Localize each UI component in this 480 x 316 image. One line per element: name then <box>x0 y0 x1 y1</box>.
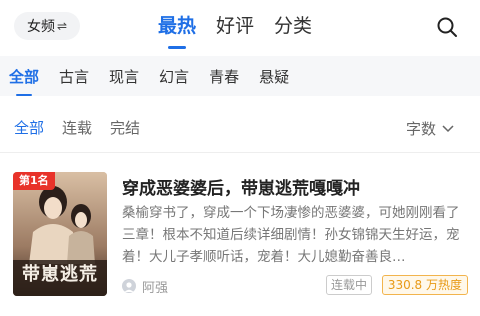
sort-dropdown[interactable]: 字数 <box>406 118 454 139</box>
tab-categories-label: 分类 <box>274 15 313 37</box>
category-tab-modern[interactable]: 现言 <box>109 66 139 87</box>
status-badge: 连载中 <box>325 275 372 295</box>
book-title[interactable]: 穿成恶婆婆后，带崽逃荒嘎嘎冲 <box>122 174 360 199</box>
filter-row: 全部 连载 完结 字数 <box>0 106 480 148</box>
author-avatar-icon <box>122 279 136 293</box>
book-list-item[interactable]: 带崽逃荒 第1名 穿成恶婆婆后，带崽逃荒嘎嘎冲 桑榆穿书了，穿成一个下场凄惨的恶… <box>0 166 480 300</box>
cover-title: 带崽逃荒 <box>22 264 98 285</box>
category-tabs: 全部 古言 现言 幻言 青春 悬疑 <box>0 56 480 96</box>
category-tab-label: 幻言 <box>159 67 190 86</box>
category-tab-label: 全部 <box>9 67 40 86</box>
active-tab-indicator <box>168 46 186 49</box>
filter-all[interactable]: 全部 <box>14 117 44 138</box>
sort-label: 字数 <box>405 120 436 138</box>
category-tab-fantasy[interactable]: 幻言 <box>159 66 189 87</box>
category-tab-label: 青春 <box>209 67 240 86</box>
top-bar: 女频 ⇌ 最热 好评 分类 <box>0 0 480 52</box>
search-icon[interactable] <box>436 16 458 38</box>
filter-completed[interactable]: 完结 <box>110 117 140 138</box>
tab-categories[interactable]: 分类 <box>274 10 312 44</box>
book-meta: 阿强 连载中 330.8 万热度 <box>122 275 468 297</box>
category-tab-label: 现言 <box>109 67 140 86</box>
category-tab-ancient[interactable]: 古言 <box>59 66 89 87</box>
gender-switch-label: 女频 <box>26 19 55 35</box>
book-description: 桑榆穿书了，穿成一个下场凄惨的恶婆婆，可她刚刚看了三章！根本不知道后续详细剧情！… <box>122 205 460 265</box>
main-tabs: 最热 好评 分类 <box>158 10 312 49</box>
active-category-indicator <box>16 93 32 96</box>
tab-hottest-label: 最热 <box>158 15 197 37</box>
heat-badge: 330.8 万热度 <box>381 275 468 295</box>
filter-ongoing[interactable]: 连载 <box>62 117 92 138</box>
divider <box>0 152 480 153</box>
category-tab-all[interactable]: 全部 <box>9 66 40 96</box>
category-tab-label: 悬疑 <box>259 67 290 86</box>
swap-icon: ⇌ <box>56 19 68 33</box>
chevron-down-icon <box>442 124 454 132</box>
category-tab-suspense[interactable]: 悬疑 <box>259 66 289 87</box>
rank-badge: 第1名 <box>13 172 55 190</box>
tab-hottest[interactable]: 最热 <box>158 10 197 49</box>
tab-top-rated-label: 好评 <box>216 15 255 37</box>
gender-switch-button[interactable]: 女频 ⇌ <box>14 12 80 40</box>
book-cover[interactable]: 带崽逃荒 第1名 <box>13 172 107 296</box>
tab-top-rated[interactable]: 好评 <box>216 10 254 44</box>
category-tab-youth[interactable]: 青春 <box>209 66 239 87</box>
author-name: 阿强 <box>142 280 169 296</box>
category-tab-label: 古言 <box>59 67 90 86</box>
